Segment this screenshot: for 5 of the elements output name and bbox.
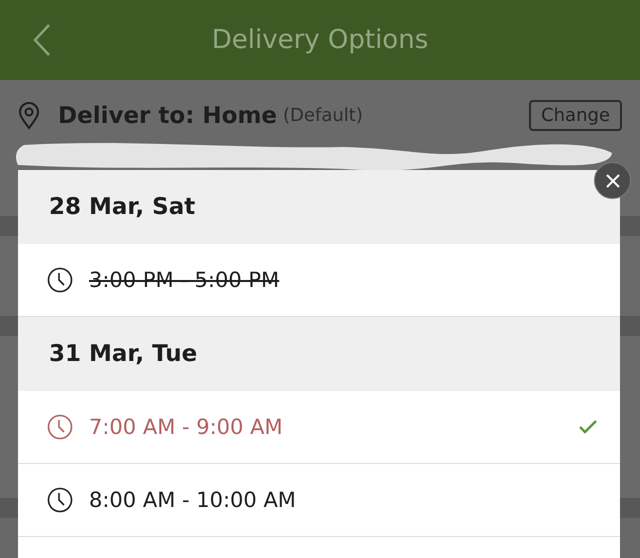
date-header: 28 Mar, Sat	[18, 170, 620, 244]
screen-title: Delivery Options	[212, 25, 428, 55]
default-note: (Default)	[283, 105, 363, 126]
date-header: 31 Mar, Tue	[18, 317, 620, 391]
address-label: Deliver to: Home	[58, 102, 278, 128]
